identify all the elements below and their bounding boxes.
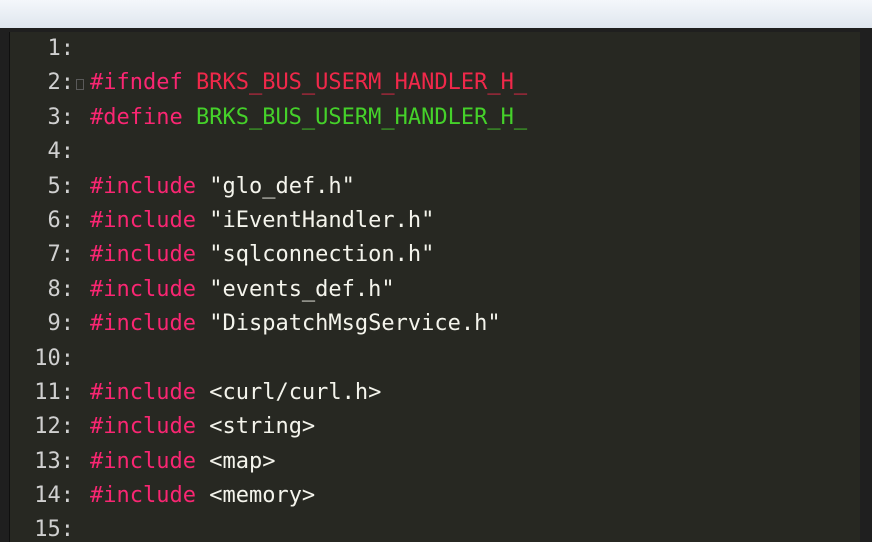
code-editor[interactable]: 1: 2: #ifndef BRKS_BUS_USERM_HANDLER_H_ 3… (9, 32, 860, 542)
line-number: 3: (47, 104, 75, 130)
macro-name: BRKS_BUS_USERM_HANDLER_H_ (195, 104, 528, 130)
code-line: 1: (10, 32, 860, 66)
line-number: 13: (34, 448, 74, 474)
preprocessor-keyword: #include (90, 207, 196, 233)
line-number: 2: (47, 70, 75, 96)
preprocessor-keyword: #ifndef (90, 70, 183, 96)
line-number: 14: (34, 483, 74, 509)
preprocessor-keyword: #include (90, 242, 196, 268)
code-line: 8: #include "events_def.h" (10, 273, 860, 307)
code-line: 4: (10, 135, 860, 169)
code-line: 7: #include "sqlconnection.h" (10, 238, 860, 272)
line-number: 9: (47, 311, 75, 337)
preprocessor-keyword: #include (90, 414, 196, 440)
line-number: 4: (47, 139, 75, 165)
code-line: 3: #define BRKS_BUS_USERM_HANDLER_H_ (10, 101, 860, 135)
preprocessor-keyword: #define (90, 104, 183, 130)
macro-name: BRKS_BUS_USERM_HANDLER_H_ (195, 70, 528, 96)
include-path: <memory> (209, 483, 316, 509)
code-line: 11: #include <curl/curl.h> (10, 376, 860, 410)
code-line: 10: (10, 342, 860, 376)
code-line: 12: #include <string> (10, 410, 860, 444)
line-number: 15: (34, 517, 74, 542)
code-line: 13: #include <map> (10, 445, 860, 479)
line-number: 8: (47, 276, 75, 302)
preprocessor-keyword: #include (90, 311, 196, 337)
line-number: 7: (47, 242, 75, 268)
code-line: 5: #include "glo_def.h" (10, 170, 860, 204)
line-number: 6: (47, 207, 75, 233)
preprocessor-keyword: #include (90, 448, 196, 474)
include-path: "DispatchMsgService.h" (209, 311, 501, 337)
code-line: 9: #include "DispatchMsgService.h" (10, 307, 860, 341)
include-path: "events_def.h" (209, 276, 395, 302)
code-line: 15: (10, 513, 860, 542)
include-path: "glo_def.h" (209, 173, 355, 199)
code-line: 14: #include <memory> (10, 479, 860, 513)
line-number: 1: (47, 36, 75, 61)
line-number: 12: (34, 414, 74, 440)
code-line: 6: #include "iEventHandler.h" (10, 204, 860, 238)
preprocessor-keyword: #include (90, 276, 196, 302)
fold-marker-icon[interactable] (76, 79, 84, 91)
code-line: 2: #ifndef BRKS_BUS_USERM_HANDLER_H_ (10, 66, 860, 100)
include-path: "iEventHandler.h" (209, 207, 435, 233)
line-number: 10: (34, 345, 74, 371)
line-number: 5: (47, 173, 75, 199)
include-path: "sqlconnection.h" (209, 242, 435, 268)
preprocessor-keyword: #include (90, 483, 196, 509)
preprocessor-keyword: #include (90, 173, 196, 199)
window-top-bar (0, 0, 872, 29)
include-path: <curl/curl.h> (209, 379, 382, 405)
preprocessor-keyword: #include (90, 379, 196, 405)
line-number: 11: (34, 379, 74, 405)
include-path: <string> (209, 414, 316, 440)
include-path: <map> (209, 448, 276, 474)
